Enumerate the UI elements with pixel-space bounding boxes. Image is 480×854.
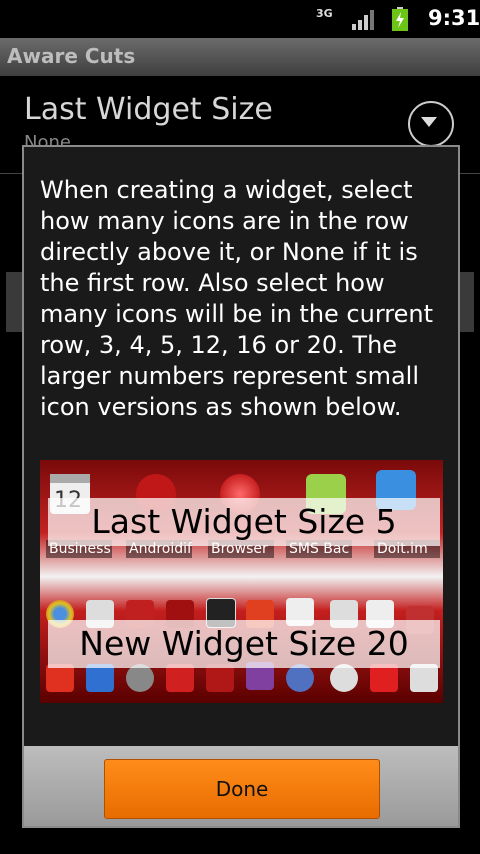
accessibility-icon [86,664,114,692]
last-widget-size-label: Last Widget Size 5 [48,498,440,546]
gear-icon [286,664,314,692]
dropdown-button[interactable] [408,101,454,147]
signal-icon [352,10,376,30]
new-widget-size-label: New Widget Size 20 [48,620,440,668]
chevron-down-icon [421,117,437,127]
rss-icon [46,664,74,692]
preference-title[interactable]: Last Widget Size [24,92,273,127]
done-button[interactable]: Done [104,759,380,819]
app-icon [370,664,398,692]
help-dialog: When creating a widget, select how many … [22,145,460,828]
app-icon [126,664,154,692]
battery-charging-icon [392,7,408,31]
network-type: 3G [316,7,333,20]
widget-preview-image: 12 Business Androidif Browser SMS Bac Do… [40,460,443,703]
app-icon [206,664,234,692]
dialog-message: When creating a widget, select how many … [40,176,434,421]
clock: 9:31 [428,6,480,30]
app-icon [166,664,194,692]
app-icon [410,664,438,692]
app-icon [330,664,358,692]
dialog-footer: Done [24,746,458,826]
app-title: Aware Cuts [7,44,136,68]
app-title-bar: Aware Cuts [0,38,480,76]
status-bar: 3G 9:31 [0,0,480,38]
